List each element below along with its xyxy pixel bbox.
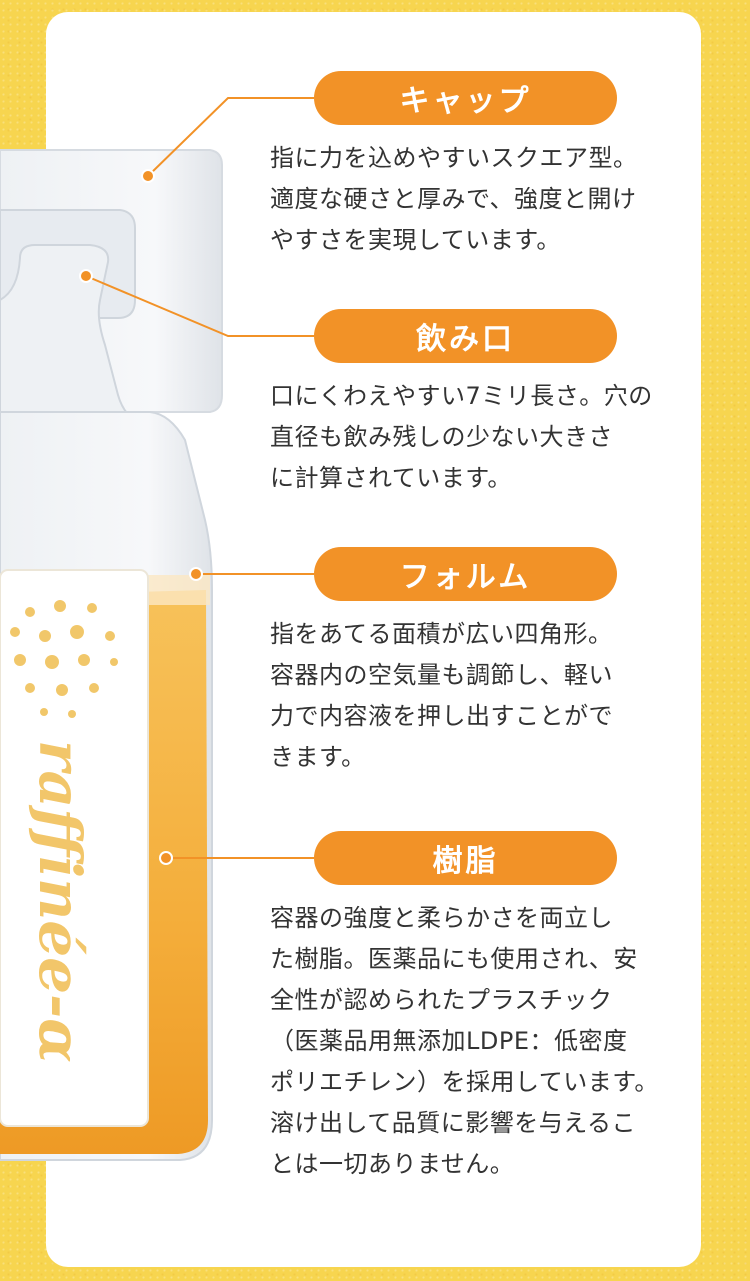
- feature-title-cap: キャップ: [314, 71, 617, 125]
- feature-title-spout: 飲み口: [314, 309, 617, 363]
- feature-description-spout: 口にくわえやすい7ミリ長さ。穴の 直径も飲み残しの少ない大きさ に計算されていま…: [270, 382, 653, 492]
- feature-description-cap: 指に力を込めやすいスクエア型。 適度な硬さと厚みで、強度と開け やすさを実現して…: [270, 144, 638, 254]
- product-bottle-image: raffinée-α: [0, 149, 223, 1161]
- feature-title-resin: 樹脂: [314, 831, 617, 885]
- svg-text:raffinée-α: raffinée-α: [26, 740, 94, 1063]
- feature-description-resin: 容器の強度と柔らかさを両立し た樹脂。医薬品にも使用され、安 全性が認められたプ…: [270, 904, 659, 1178]
- feature-title-form: フォルム: [314, 547, 617, 601]
- feature-description-form: 指をあてる面積が広い四角形。 容器内の空気量も調節し、軽い 力で内容液を押し出す…: [270, 620, 613, 771]
